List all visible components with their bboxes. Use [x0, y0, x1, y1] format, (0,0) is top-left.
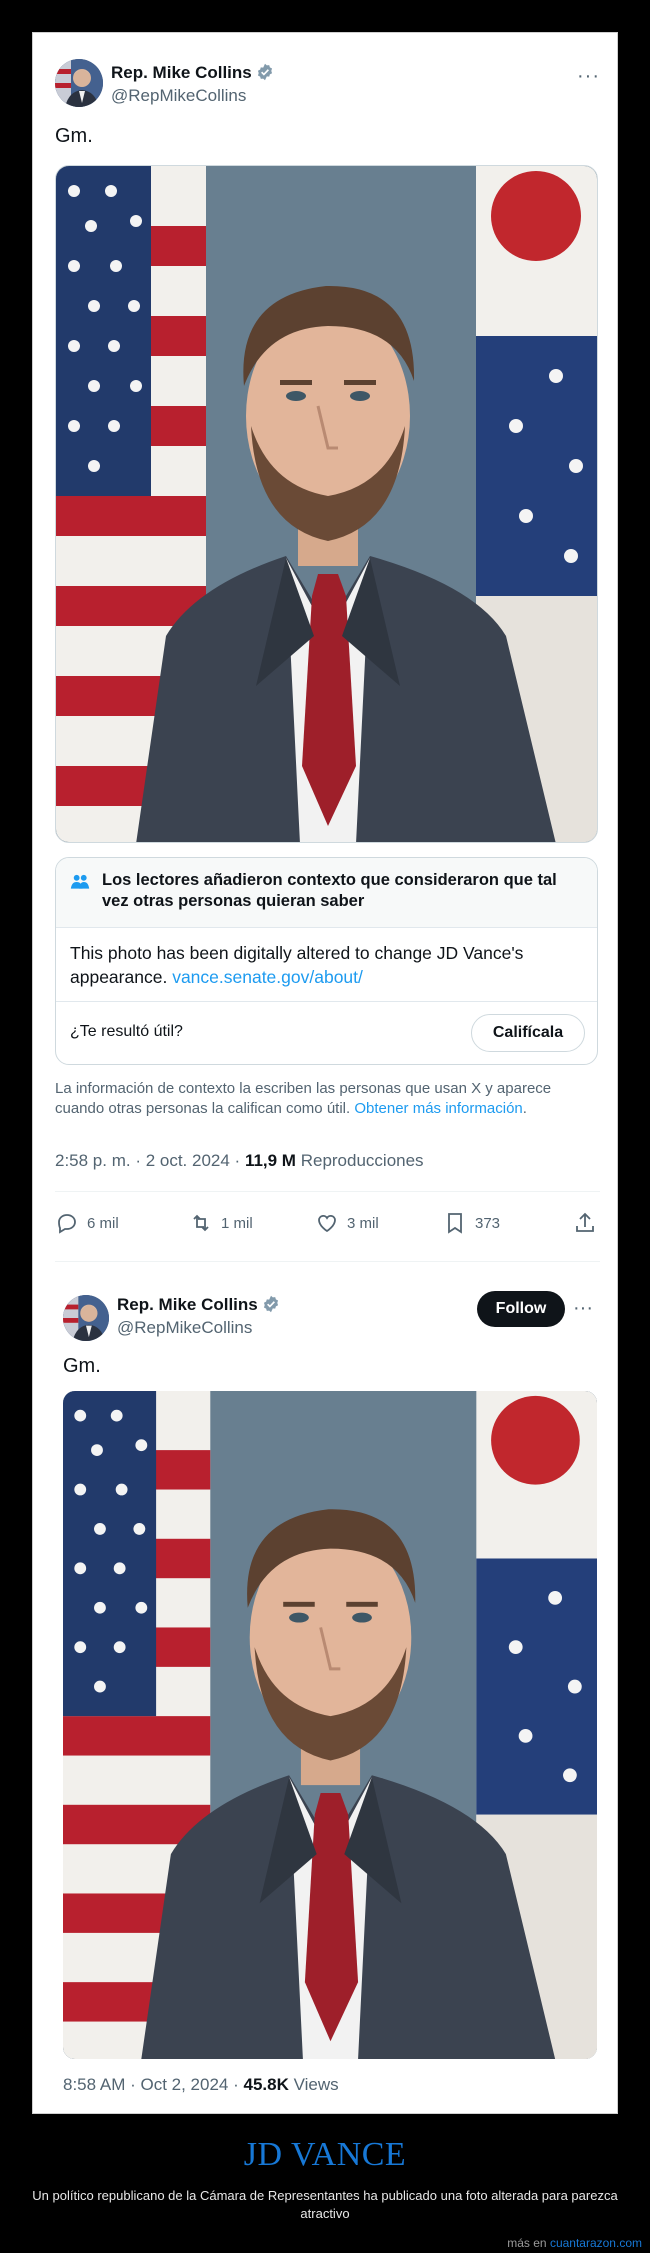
tweet-meta: 8:58 AM · Oct 2, 2024 · 45.8K Views	[63, 2075, 339, 2095]
author-name[interactable]: Rep. Mike Collins	[117, 1295, 280, 1315]
community-note-title: Los lectores añadieron contexto que cons…	[102, 871, 557, 910]
share-icon	[576, 1212, 594, 1232]
like-count: 3 mil	[347, 1215, 379, 1232]
tweet-timestamp[interactable]: 8:58 AM · Oct 2, 2024 ·	[63, 2075, 243, 2094]
avatar[interactable]	[55, 59, 103, 107]
community-note: Los lectores añadieron contexto que cons…	[55, 857, 598, 1065]
divider	[55, 1191, 600, 1192]
author-handle[interactable]: @RepMikeCollins	[111, 86, 246, 106]
community-note-link[interactable]: vance.senate.gov/about/	[172, 967, 363, 987]
views-count: 11,9 M	[244, 1151, 296, 1170]
more-options-icon[interactable]: ···	[577, 65, 600, 88]
tweet-actions: 6 mil 1 mil 3 mil 373	[55, 1205, 600, 1245]
verified-badge-icon	[256, 63, 274, 81]
more-options-icon[interactable]: ···	[573, 1297, 593, 1320]
views-label: Reproducciones	[295, 1151, 424, 1170]
reply-count: 6 mil	[87, 1215, 119, 1232]
tweet-timestamp[interactable]: 2:58 p. m. · 2 oct. 2024 ·	[55, 1151, 245, 1170]
portrait-image	[63, 1391, 597, 2059]
page-caption: Un político republicano de la Cámara de …	[32, 2188, 618, 2221]
repost-icon	[193, 1214, 209, 1232]
heart-icon	[318, 1214, 336, 1233]
content-frame: Rep. Mike Collins @RepMikeCollins ··· Gm…	[32, 32, 618, 2114]
avatar-image	[63, 1295, 109, 1341]
tweet-photo[interactable]	[55, 165, 598, 843]
author-handle[interactable]: @RepMikeCollins	[117, 1318, 252, 1338]
tweet1-header: Rep. Mike Collins @RepMikeCollins ···	[55, 59, 600, 109]
divider	[55, 1261, 600, 1262]
portrait-image	[56, 166, 598, 843]
avatar-image	[55, 59, 103, 107]
author-name-text: Rep. Mike Collins	[117, 1295, 258, 1314]
source-prefix: más en	[507, 2236, 550, 2250]
community-note-footer: ¿Te resultó útil? Califícala	[56, 1001, 597, 1064]
source-credit: más en cuantarazon.com	[507, 2236, 642, 2250]
context-info-period: .	[522, 1100, 527, 1117]
people-icon	[70, 874, 90, 889]
reply-icon	[58, 1214, 76, 1234]
page-headline: JD VANCE	[243, 2136, 407, 2173]
source-link[interactable]: cuantarazon.com	[550, 2236, 642, 2250]
bookmark-count: 373	[475, 1215, 501, 1232]
bookmark-icon	[448, 1213, 462, 1234]
views-count: 45.8K	[243, 2075, 289, 2094]
avatar[interactable]	[63, 1295, 109, 1341]
community-note-header: Los lectores añadieron contexto que cons…	[56, 858, 597, 928]
rate-it-button[interactable]: Califícala	[471, 1014, 585, 1052]
tweet-text: Gm.	[63, 1355, 101, 1377]
tweet-photo[interactable]	[63, 1391, 597, 2059]
verified-badge-icon	[262, 1295, 280, 1313]
context-info: La información de contexto la escriben l…	[55, 1079, 600, 1119]
tweet-text: Gm.	[55, 125, 93, 147]
author-name[interactable]: Rep. Mike Collins	[111, 63, 274, 83]
helpful-question: ¿Te resultó útil?	[70, 1023, 183, 1040]
tweet-meta: 2:58 p. m. · 2 oct. 2024 · 11,9 M Reprod…	[55, 1151, 424, 1171]
author-name-text: Rep. Mike Collins	[111, 63, 252, 82]
follow-button[interactable]: Follow	[477, 1291, 565, 1327]
views-label: Views	[288, 2075, 339, 2094]
repost-count: 1 mil	[221, 1215, 253, 1232]
community-note-body: This photo has been digitally altered to…	[70, 941, 580, 989]
learn-more-link[interactable]: Obtener más información	[354, 1100, 522, 1117]
